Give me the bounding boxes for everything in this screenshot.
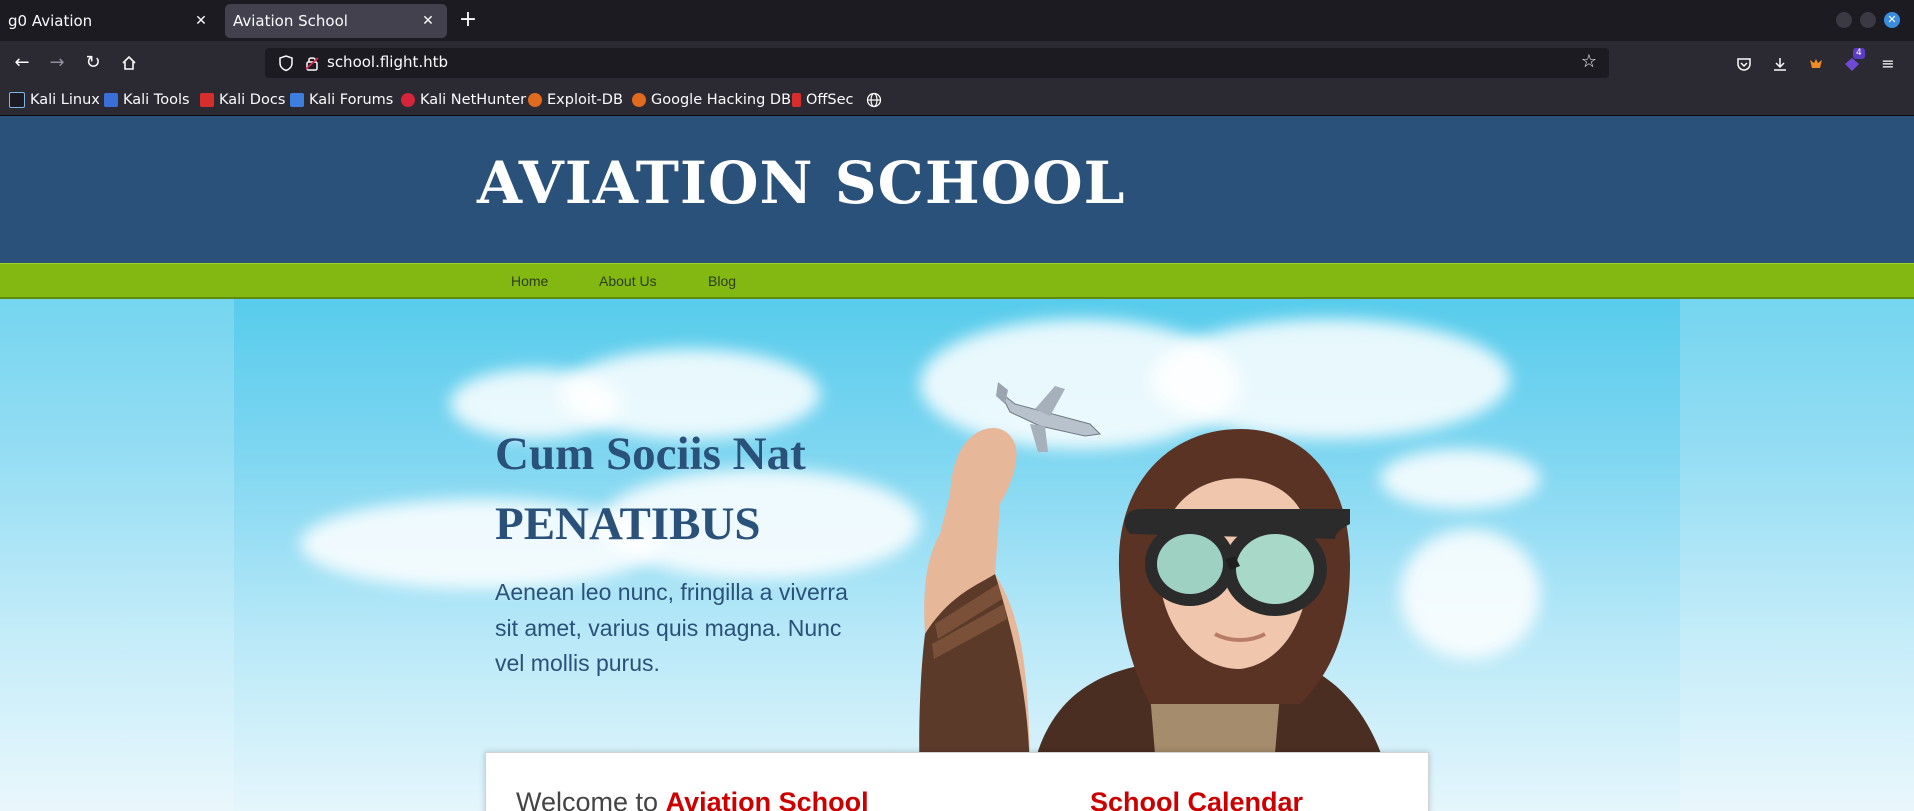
tab-title: g0 Aviation (8, 12, 93, 30)
close-tab-icon[interactable]: ✕ (190, 13, 212, 29)
welcome-school-name: Aviation School (665, 787, 869, 811)
downloads-icon[interactable] (1768, 52, 1792, 76)
bookmark-label: Kali Linux (30, 92, 100, 108)
bookmark-kali-nethunter[interactable]: Kali NetHunter (401, 91, 526, 109)
hero-right-fade (1680, 299, 1914, 811)
extension-badge-icon[interactable]: 4 (1840, 48, 1865, 76)
kali-tools-icon (104, 93, 118, 107)
bookmark-label: Kali Forums (309, 92, 394, 108)
hero-heading: Cum Sociis Nat PENATIBUS (495, 419, 895, 559)
main-content-box: Welcome to Aviation School School Calend… (485, 752, 1429, 811)
nethunter-icon (401, 93, 415, 107)
bookmark-label: Kali NetHunter (420, 92, 527, 108)
site-navigation: Home About Us Blog (0, 263, 1914, 299)
bookmark-google-hacking-db[interactable]: Google Hacking DB (632, 91, 791, 109)
hero-paragraph: Aenean leo nunc, fringilla a viverra sit… (495, 579, 848, 676)
nav-about-us-link[interactable]: About Us (599, 273, 657, 289)
notification-count-badge: 4 (1853, 48, 1865, 59)
bookmark-label: OffSec (806, 92, 854, 108)
hero-banner: Cum Sociis Nat PENATIBUS Aenean leo nunc… (0, 299, 1914, 811)
ghdb-icon (632, 93, 646, 107)
site-title: AVIATION SCHOOL (477, 149, 1126, 217)
close-tab-icon[interactable]: ✕ (417, 13, 439, 29)
hamburger-menu-icon[interactable]: ≡ (1876, 52, 1900, 76)
hero-heading-line2: PENATIBUS (495, 498, 761, 550)
bookmarks-toolbar: Kali Linux Kali Tools Kali Docs Kali For… (0, 84, 1914, 116)
other-bookmarks-globe-icon[interactable] (866, 91, 882, 109)
bookmark-star-icon[interactable]: ☆ (1581, 51, 1597, 72)
kali-docs-icon (200, 93, 214, 107)
welcome-heading: Welcome to Aviation School (516, 787, 869, 811)
close-window-button[interactable]: ✕ (1884, 12, 1900, 28)
foxyproxy-extension-icon[interactable] (1804, 52, 1828, 76)
bookmark-exploit-db[interactable]: Exploit-DB (528, 91, 623, 109)
tab-aviation-school[interactable]: Aviation School ✕ (225, 4, 447, 38)
site-header: AVIATION SCHOOL (0, 116, 1914, 263)
bookmark-label: Google Hacking DB (651, 92, 792, 108)
bookmark-label: Exploit-DB (547, 92, 623, 108)
maximize-window-button[interactable] (1860, 12, 1876, 28)
tab-title: Aviation School (233, 12, 348, 30)
child-pilot-with-toy-plane-image (919, 382, 1390, 786)
hero-heading-line1: Cum Sociis Nat (495, 428, 806, 480)
back-arrow-icon[interactable]: ← (8, 49, 36, 77)
bookmark-label: Kali Docs (219, 92, 286, 108)
bookmark-kali-docs[interactable]: Kali Docs (200, 91, 285, 109)
welcome-prefix: Welcome to (516, 787, 659, 811)
tab-g0-aviation[interactable]: g0 Aviation ✕ (0, 4, 220, 38)
home-icon[interactable] (115, 49, 143, 77)
exploit-db-icon (528, 93, 542, 107)
bookmark-kali-linux[interactable]: Kali Linux (9, 91, 100, 109)
page-viewport: AVIATION SCHOOL Home About Us Blog Cum S… (0, 116, 1914, 811)
insecure-lock-icon[interactable] (303, 54, 321, 72)
kali-dragon-icon (9, 92, 25, 108)
nav-blog-link[interactable]: Blog (708, 273, 736, 289)
hero-left-fade (0, 299, 234, 811)
bookmark-kali-tools[interactable]: Kali Tools (104, 91, 190, 109)
bookmark-label: Kali Tools (123, 92, 190, 108)
forward-arrow-icon[interactable]: → (43, 49, 71, 77)
minimize-window-button[interactable] (1836, 12, 1852, 28)
tracking-protection-shield-icon[interactable] (277, 54, 295, 72)
bookmark-kali-forums[interactable]: Kali Forums (290, 91, 393, 109)
nav-home-link[interactable]: Home (511, 273, 548, 289)
offsec-icon (792, 93, 801, 107)
address-bar[interactable]: school.flight.htb ☆ (265, 48, 1609, 78)
pocket-icon[interactable] (1732, 52, 1756, 76)
kali-forums-icon (290, 93, 304, 107)
bookmark-offsec[interactable]: OffSec (792, 91, 854, 109)
url-text: school.flight.htb (327, 53, 449, 71)
reload-icon[interactable]: ↻ (79, 49, 107, 77)
tab-strip: g0 Aviation ✕ Aviation School ✕ + ✕ (0, 0, 1914, 41)
new-tab-plus-icon[interactable]: + (456, 8, 480, 32)
school-calendar-heading: School Calendar (1090, 787, 1304, 811)
